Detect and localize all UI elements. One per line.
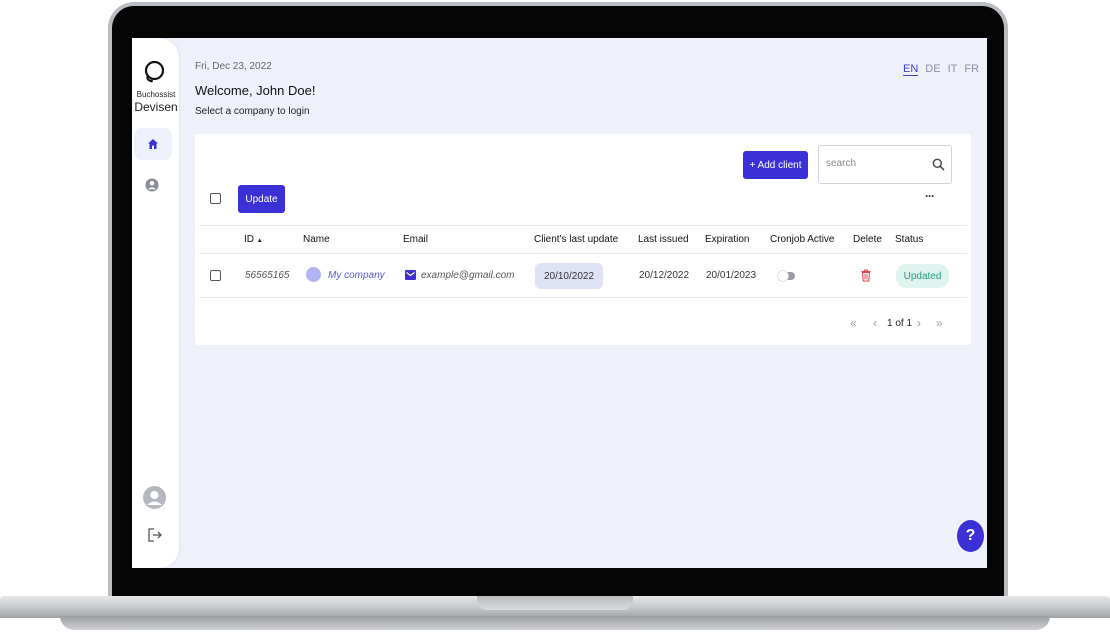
column-header-email[interactable]: Email [403, 234, 428, 245]
search-icon[interactable] [932, 158, 945, 171]
column-header-status[interactable]: Status [895, 234, 923, 245]
add-client-button[interactable]: + Add client [743, 151, 808, 179]
clients-table-card: + Add client Update ··· ID ▲ Name Email … [195, 134, 971, 345]
expiration-date: 20/01/2023 [706, 270, 757, 281]
help-button[interactable]: ? [957, 520, 984, 552]
app-screen: Buchossist Devisen Fri, Dec 23, 2022 Wel… [132, 38, 987, 568]
current-date: Fri, Dec 23, 2022 [195, 61, 272, 72]
cronjob-toggle[interactable] [777, 270, 797, 282]
mail-icon [405, 270, 416, 280]
lang-fr[interactable]: FR [964, 63, 979, 76]
user-avatar-icon[interactable] [143, 486, 166, 509]
column-header-last-issued[interactable]: Last issued [638, 234, 689, 245]
company-name-link[interactable]: My company [328, 270, 385, 281]
last-issued-date: 20/12/2022 [639, 270, 690, 281]
search-box [818, 145, 952, 184]
welcome-message: Welcome, John Doe! [195, 83, 316, 98]
brand-name-top: Buchossist [136, 90, 176, 99]
row-checkbox[interactable] [210, 270, 221, 281]
page-subtitle: Select a company to login [195, 106, 310, 117]
sort-ascending-icon: ▲ [256, 238, 263, 244]
headset-logo-icon [144, 60, 165, 83]
client-email: example@gmail.com [421, 270, 515, 281]
language-switcher: EN DE IT FR [903, 63, 979, 76]
first-page-button[interactable]: « [850, 316, 857, 330]
client-id: 56565165 [245, 270, 290, 281]
last-update-badge: 20/10/2022 [535, 263, 603, 289]
logout-icon[interactable] [147, 527, 163, 543]
select-all-checkbox[interactable] [210, 193, 221, 204]
column-header-cronjob-active[interactable]: Cronjob Active [770, 234, 834, 245]
delete-trash-icon[interactable] [861, 269, 871, 282]
status-badge: Updated [896, 264, 949, 288]
company-avatar [306, 267, 321, 282]
home-icon [148, 139, 158, 149]
last-page-button[interactable]: » [936, 316, 943, 330]
sidebar: Buchossist Devisen [132, 38, 179, 568]
laptop-base-bottom [60, 616, 1050, 630]
lang-de[interactable]: DE [925, 63, 940, 76]
column-header-delete: Delete [853, 234, 882, 245]
row-divider [199, 253, 967, 254]
laptop-mockup: Buchossist Devisen Fri, Dec 23, 2022 Wel… [0, 0, 1110, 643]
laptop-notch [477, 596, 633, 610]
column-header-name[interactable]: Name [303, 234, 330, 245]
update-button[interactable]: Update [238, 185, 285, 213]
column-header-id[interactable]: ID ▲ [244, 234, 263, 245]
column-header-expiration[interactable]: Expiration [705, 234, 749, 245]
sidebar-item-home[interactable] [134, 128, 172, 160]
row-divider-bottom [199, 297, 967, 298]
more-options-icon[interactable]: ··· [925, 189, 935, 203]
lang-it[interactable]: IT [948, 63, 958, 76]
prev-page-button[interactable]: ‹ [873, 316, 877, 330]
lang-en[interactable]: EN [903, 63, 919, 76]
brand-name-bottom: Devisen [134, 100, 178, 114]
sidebar-item-account[interactable] [144, 177, 160, 193]
search-input[interactable] [826, 158, 926, 169]
page-indicator: 1 of 1 [887, 318, 913, 329]
next-page-button[interactable]: › [917, 316, 921, 330]
header-divider [199, 225, 967, 226]
column-header-last-update[interactable]: Client's last update [534, 234, 618, 245]
